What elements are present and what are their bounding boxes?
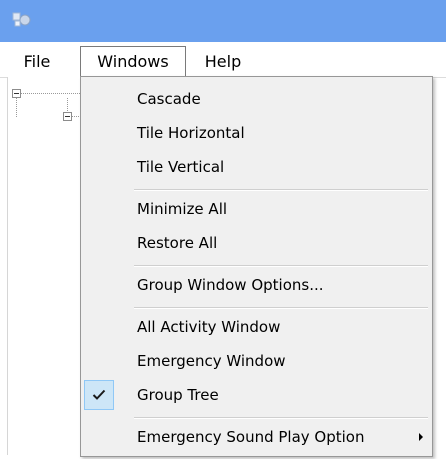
menu-windows[interactable]: Windows: [80, 46, 186, 78]
menu-item-label: All Activity Window: [137, 318, 281, 336]
windows-dropdown-menu: Cascade Tile Horizontal Tile Vertical Mi…: [80, 76, 433, 457]
menu-item-minimize-all[interactable]: Minimize All: [81, 192, 432, 226]
menu-item-label: Restore All: [137, 234, 218, 252]
menu-item-restore-all[interactable]: Restore All: [81, 226, 432, 260]
app-window-icon: [12, 12, 31, 27]
group-tree-panel: [7, 77, 90, 455]
menu-item-tile-vertical[interactable]: Tile Vertical: [81, 150, 432, 184]
menu-item-label: Group Tree: [137, 386, 219, 404]
tree-child-node-icon[interactable]: [63, 112, 72, 121]
menu-separator: [134, 265, 428, 267]
menu-item-group-tree[interactable]: Group Tree: [81, 378, 432, 412]
menu-item-label: Cascade: [137, 90, 201, 108]
app-window: File Windows Help Cascade Tile Horizonta…: [0, 0, 446, 459]
menu-item-label: Tile Vertical: [137, 158, 225, 176]
menu-item-emergency-sound-play-option[interactable]: Emergency Sound Play Option: [81, 420, 432, 454]
menu-item-emergency-window[interactable]: Emergency Window: [81, 344, 432, 378]
menu-bar: File Windows Help: [0, 42, 446, 78]
title-bar[interactable]: [0, 0, 446, 42]
menu-item-tile-horizontal[interactable]: Tile Horizontal: [81, 116, 432, 150]
submenu-arrow-icon: [419, 433, 423, 441]
menu-item-label: Emergency Window: [137, 352, 286, 370]
tree-collapse-icon[interactable]: [12, 89, 21, 98]
menu-item-cascade[interactable]: Cascade: [81, 82, 432, 116]
menu-help[interactable]: Help: [193, 48, 253, 75]
menu-item-label: Tile Horizontal: [137, 124, 245, 142]
menu-item-group-window-options[interactable]: Group Window Options...: [81, 268, 432, 302]
menu-separator: [134, 189, 428, 191]
checkmark-highlight: [84, 380, 114, 410]
tree-view: [12, 89, 90, 121]
checkmark-icon: [92, 389, 106, 400]
menu-separator: [134, 417, 428, 419]
menu-file[interactable]: File: [6, 48, 68, 75]
menu-separator: [134, 307, 428, 309]
menu-item-label: Group Window Options...: [137, 276, 324, 294]
menu-item-label: Emergency Sound Play Option: [137, 428, 365, 446]
menu-item-all-activity-window[interactable]: All Activity Window: [81, 310, 432, 344]
menu-item-label: Minimize All: [137, 200, 228, 218]
